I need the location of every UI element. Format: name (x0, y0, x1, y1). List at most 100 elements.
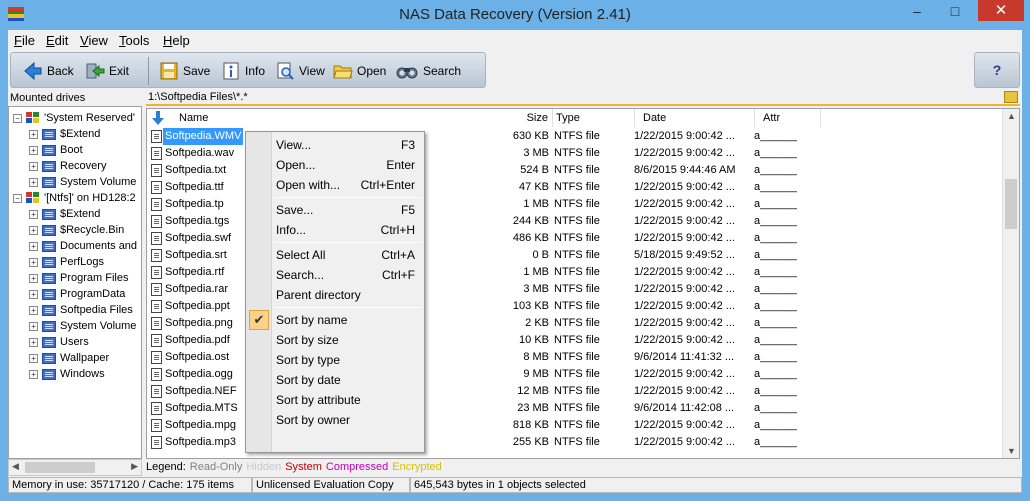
context-menu-item[interactable]: Sort by attribute (276, 390, 421, 410)
tree-item[interactable]: + Documents and (29, 238, 137, 254)
tree-item[interactable]: − '[Ntfs]' on HD128:2 (13, 190, 136, 206)
expand-icon[interactable]: + (29, 353, 38, 363)
drive-tree[interactable]: − 'System Reserved' + $Extend + Boot + Recovery… (8, 106, 142, 459)
save-button[interactable]: Save (159, 58, 210, 84)
tree-item[interactable]: + Users (29, 334, 89, 350)
file-size: 3 MB (523, 147, 549, 159)
context-menu-item[interactable]: Sort by owner (276, 410, 421, 430)
column-header-date[interactable]: Date (635, 109, 755, 127)
expand-icon[interactable]: + (29, 161, 38, 171)
view-label: View (299, 64, 325, 78)
menu-view-label: iew (88, 33, 108, 48)
context-menu-item[interactable]: Sort by size (276, 330, 421, 350)
tree-item[interactable]: + $Recycle.Bin (29, 222, 124, 238)
collapse-icon[interactable]: − (13, 113, 22, 123)
file-date: 1/22/2015 9:00:42 ... (634, 436, 735, 448)
column-header-size[interactable]: Size (497, 109, 553, 127)
context-menu-item[interactable]: Sort by name (276, 310, 421, 330)
file-date: 1/22/2015 9:00:42 ... (634, 368, 735, 380)
context-menu-shortcut: Ctrl+F (382, 268, 415, 282)
tree-item[interactable]: + System Volume (29, 174, 136, 190)
context-menu-item[interactable]: Info... Ctrl+H (276, 220, 421, 240)
file-list-vertical-scrollbar[interactable]: ▲ ▼ (1002, 109, 1019, 458)
column-header-attr[interactable]: Attr (755, 109, 821, 127)
tree-item[interactable]: + Boot (29, 142, 83, 158)
open-button[interactable]: Open (333, 58, 386, 84)
menu-edit[interactable]: Edit (46, 33, 68, 48)
context-menu-item[interactable]: Open... Enter (276, 155, 421, 175)
tree-item[interactable]: + Softpedia Files (29, 302, 133, 318)
home-folder-icon[interactable] (1004, 91, 1018, 103)
context-menu-item[interactable]: Search... Ctrl+F (276, 265, 421, 285)
file-attr: a______ (754, 385, 797, 397)
tree-item-label: Boot (60, 144, 83, 156)
scroll-left-arrow-icon[interactable]: ◀ (12, 461, 19, 472)
expand-icon[interactable]: + (29, 273, 38, 283)
tree-item[interactable]: + ProgramData (29, 286, 125, 302)
column-header-name[interactable]: Name (147, 109, 547, 127)
scroll-down-arrow-icon[interactable]: ▼ (1007, 446, 1016, 456)
tree-item[interactable]: + System Volume (29, 318, 136, 334)
tree-item[interactable]: + Recovery (29, 158, 106, 174)
close-button[interactable]: ✕ (978, 0, 1024, 21)
scrollbar-thumb[interactable] (1005, 179, 1017, 229)
file-name: Softpedia.WMV (163, 128, 244, 145)
expand-icon[interactable]: + (29, 321, 38, 331)
back-button[interactable]: Back (23, 58, 74, 84)
binoculars-icon (396, 67, 418, 79)
minimize-button[interactable]: – (902, 0, 932, 22)
context-menu-item[interactable]: Parent directory (276, 285, 421, 305)
file-size: 244 KB (512, 215, 549, 227)
tree-horizontal-scrollbar[interactable]: ◀ ▶ (8, 459, 142, 476)
expand-icon[interactable]: + (29, 225, 38, 235)
tree-item[interactable]: + Program Files (29, 270, 128, 286)
menu-view[interactable]: View (80, 33, 108, 48)
scroll-up-arrow-icon[interactable]: ▲ (1007, 111, 1016, 121)
path-bar: 1:\Softpedia Files\*.* (146, 90, 1020, 106)
view-button[interactable]: View (275, 58, 325, 84)
file-size: 0 B (532, 249, 549, 261)
context-menu-gutter (246, 132, 272, 452)
collapse-icon[interactable]: − (13, 193, 22, 203)
folder-icon (42, 256, 56, 268)
menu-help[interactable]: Help (163, 33, 190, 48)
tree-item[interactable]: + $Extend (29, 206, 100, 222)
expand-icon[interactable]: + (29, 145, 38, 155)
expand-icon[interactable]: + (29, 257, 38, 267)
tree-item[interactable]: − 'System Reserved' (13, 110, 135, 126)
expand-icon[interactable]: + (29, 369, 38, 379)
column-date-label: Date (643, 112, 667, 124)
title-bar[interactable]: NAS Data Recovery (Version 2.41) – □ ✕ (0, 0, 1030, 30)
info-button[interactable]: Info (221, 58, 265, 84)
tree-item[interactable]: + Wallpaper (29, 350, 109, 366)
scroll-right-arrow-icon[interactable]: ▶ (131, 461, 138, 472)
expand-icon[interactable]: + (29, 177, 38, 187)
maximize-button[interactable]: □ (940, 0, 970, 22)
expand-icon[interactable]: + (29, 289, 38, 299)
context-menu-item[interactable]: Select All Ctrl+A (276, 245, 421, 265)
file-icon (151, 317, 162, 330)
context-menu-item-label: Info... (276, 223, 307, 237)
exit-button[interactable]: Exit (85, 58, 129, 84)
menu-tools[interactable]: Tools (119, 33, 149, 48)
expand-icon[interactable]: + (29, 337, 38, 347)
tree-item[interactable]: + PerfLogs (29, 254, 104, 270)
tree-item[interactable]: + $Extend (29, 126, 100, 142)
context-menu-item[interactable]: Open with... Ctrl+Enter (276, 175, 421, 195)
scrollbar-thumb[interactable] (25, 462, 95, 473)
context-menu-item[interactable]: Save... F5 (276, 200, 421, 220)
column-header-type[interactable]: Type (553, 109, 635, 127)
tree-item[interactable]: + Windows (29, 366, 105, 382)
search-button[interactable]: Search (395, 58, 461, 84)
context-menu-item[interactable]: View... F3 (276, 135, 421, 155)
expand-icon[interactable]: + (29, 241, 38, 251)
file-type: NTFS file (554, 164, 600, 176)
context-menu-item[interactable]: Sort by date (276, 370, 421, 390)
context-menu-item[interactable]: Sort by type (276, 350, 421, 370)
expand-icon[interactable]: + (29, 209, 38, 219)
menu-file[interactable]: File (14, 33, 35, 48)
help-button[interactable]: ? (974, 52, 1020, 88)
expand-icon[interactable]: + (29, 305, 38, 315)
legend-item: Encrypted (392, 461, 442, 473)
expand-icon[interactable]: + (29, 129, 38, 139)
